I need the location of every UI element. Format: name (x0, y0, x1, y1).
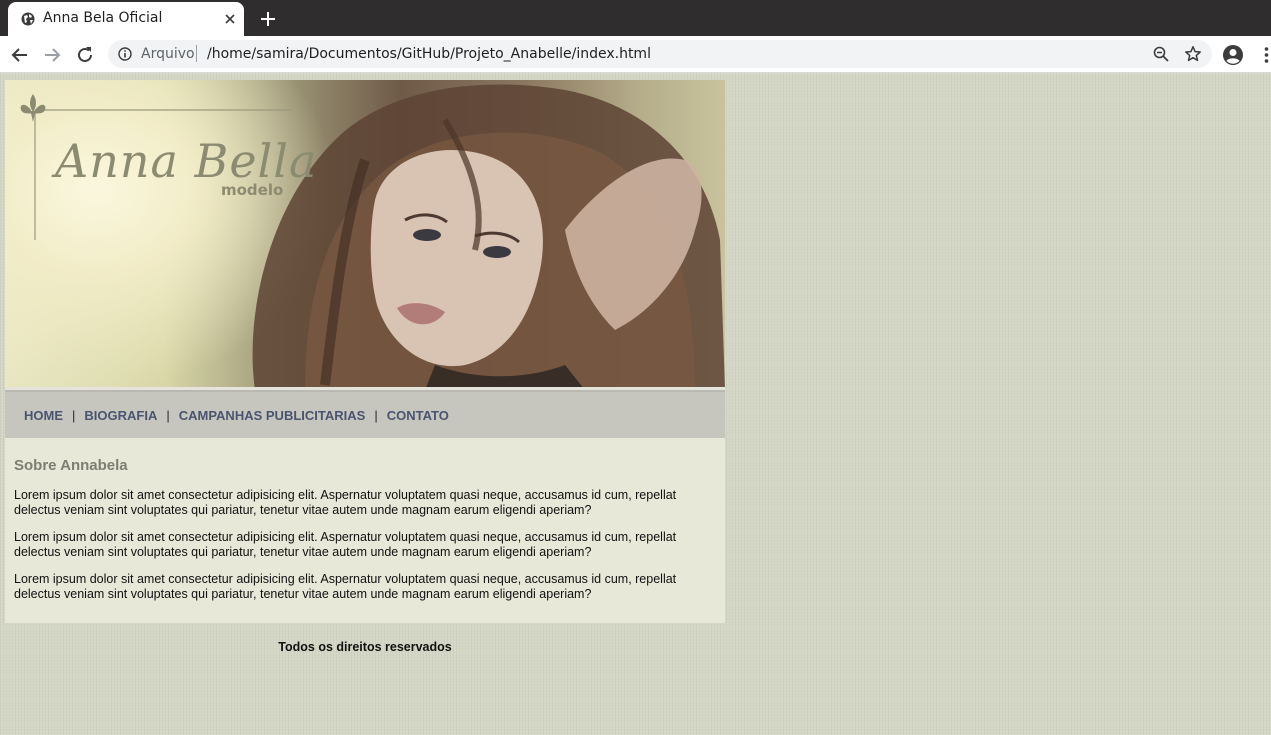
account-icon[interactable] (1222, 44, 1244, 66)
footer-text: Todos os direitos reservados (278, 640, 452, 654)
address-bar[interactable]: Arquivo /home/samira/Documentos/GitHub/P… (108, 40, 1212, 68)
close-icon[interactable] (222, 11, 238, 27)
nav-separator: | (166, 407, 170, 423)
paragraph: Lorem ipsum dolor sit amet consectetur a… (14, 572, 677, 601)
address-divider (196, 45, 197, 62)
model-photo (20, 84, 725, 390)
address-url[interactable]: /home/samira/Documentos/GitHub/Projeto_A… (207, 46, 651, 62)
reload-icon[interactable] (74, 44, 96, 66)
page-footer: Todos os direitos reservados (5, 623, 725, 654)
about-section: Sobre Annabela Lorem ipsum dolor sit ame… (5, 438, 725, 623)
page-viewport: Anna Bella modelo HOME | BIOGRAFIA | CAM… (0, 74, 1271, 735)
arrow-right-icon[interactable] (41, 44, 63, 66)
nav-separator: | (72, 407, 76, 423)
fleur-de-lis-icon (20, 94, 46, 122)
site-container: Anna Bella modelo HOME | BIOGRAFIA | CAM… (5, 80, 725, 654)
plus-icon[interactable] (258, 9, 278, 29)
browser-toolbar: Arquivo /home/samira/Documentos/GitHub/P… (0, 36, 1271, 73)
paragraph: Lorem ipsum dolor sit amet consectetur a… (14, 488, 677, 517)
vertical-dots-icon[interactable] (1262, 45, 1271, 65)
logo-subtitle: modelo (221, 181, 284, 199)
arrow-left-icon[interactable] (9, 44, 31, 66)
nav-separator: | (374, 407, 378, 423)
info-icon[interactable] (118, 47, 132, 61)
star-icon[interactable] (1184, 45, 1202, 63)
header-banner: Anna Bella modelo (5, 80, 725, 390)
address-scheme-label: Arquivo (141, 46, 195, 62)
nav-link-contato[interactable]: CONTATO (387, 408, 449, 423)
banner-divider (5, 387, 725, 390)
paragraph: Lorem ipsum dolor sit amet consectetur a… (14, 530, 677, 559)
nav-link-campanhas[interactable]: CAMPANHAS PUBLICITARIAS (179, 408, 366, 423)
main-nav: HOME | BIOGRAFIA | CAMPANHAS PUBLICITARI… (5, 390, 725, 438)
nav-link-biografia[interactable]: BIOGRAFIA (84, 408, 157, 423)
browser-tab[interactable]: Anna Bela Oficial (8, 2, 244, 36)
nav-link-home[interactable]: HOME (24, 408, 63, 423)
zoom-out-icon[interactable] (1152, 45, 1170, 63)
browser-tabstrip: Anna Bela Oficial (0, 0, 1271, 36)
section-heading: Sobre Annabela (14, 457, 128, 474)
logo-name: Anna Bella (55, 134, 318, 188)
tab-title: Anna Bela Oficial (43, 10, 163, 26)
globe-icon (21, 12, 35, 26)
